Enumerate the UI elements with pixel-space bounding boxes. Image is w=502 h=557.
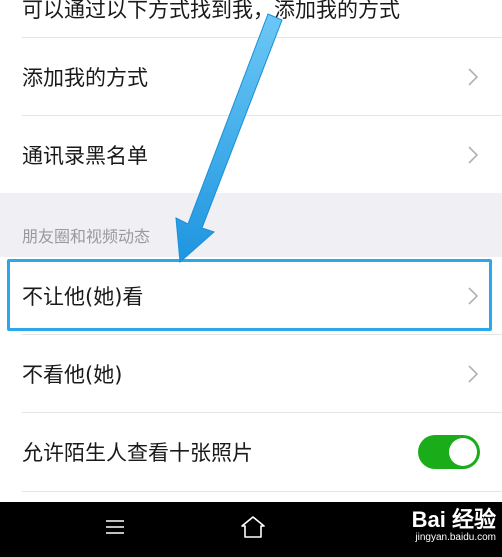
allow-strangers-toggle[interactable] [418, 435, 480, 469]
section-header: 朋友圈和视频动态 [0, 193, 502, 257]
add-me-method-item[interactable]: 添加我的方式 [0, 38, 502, 115]
partial-row-label: 可以通过以下方式找到我，添加我的方式 [22, 0, 400, 22]
watermark-url: jingyan.baidu.com [415, 532, 496, 543]
dont-let-see-item[interactable]: 不让他(她)看 [0, 257, 502, 334]
toggle-knob [449, 438, 477, 466]
blacklist-label: 通讯录黑名单 [22, 143, 148, 168]
dont-let-see-label: 不让他(她)看 [22, 284, 144, 309]
chevron-right-icon [468, 67, 479, 86]
list-item-partial[interactable]: 可以通过以下方式找到我，添加我的方式 [0, 0, 502, 38]
system-navbar: Bai 经验 jingyan.baidu.com [0, 502, 502, 557]
menu-icon[interactable] [104, 516, 126, 538]
section-title: 朋友圈和视频动态 [22, 227, 151, 246]
home-icon[interactable] [240, 514, 266, 540]
dont-see-item[interactable]: 不看他(她) [0, 335, 502, 412]
baidu-watermark: Bai 经验 jingyan.baidu.com [412, 508, 496, 544]
chevron-right-icon [468, 145, 479, 164]
chevron-right-icon [468, 364, 479, 383]
watermark-brand: Bai 经验 [411, 507, 496, 532]
chevron-right-icon [468, 286, 479, 305]
allow-strangers-label: 允许陌生人查看十张照片 [22, 441, 253, 465]
add-me-method-label: 添加我的方式 [22, 65, 148, 90]
blacklist-item[interactable]: 通讯录黑名单 [0, 116, 502, 193]
divider [22, 491, 502, 492]
dont-see-label: 不看他(她) [22, 362, 123, 387]
allow-strangers-item: 允许陌生人查看十张照片 [0, 413, 502, 491]
